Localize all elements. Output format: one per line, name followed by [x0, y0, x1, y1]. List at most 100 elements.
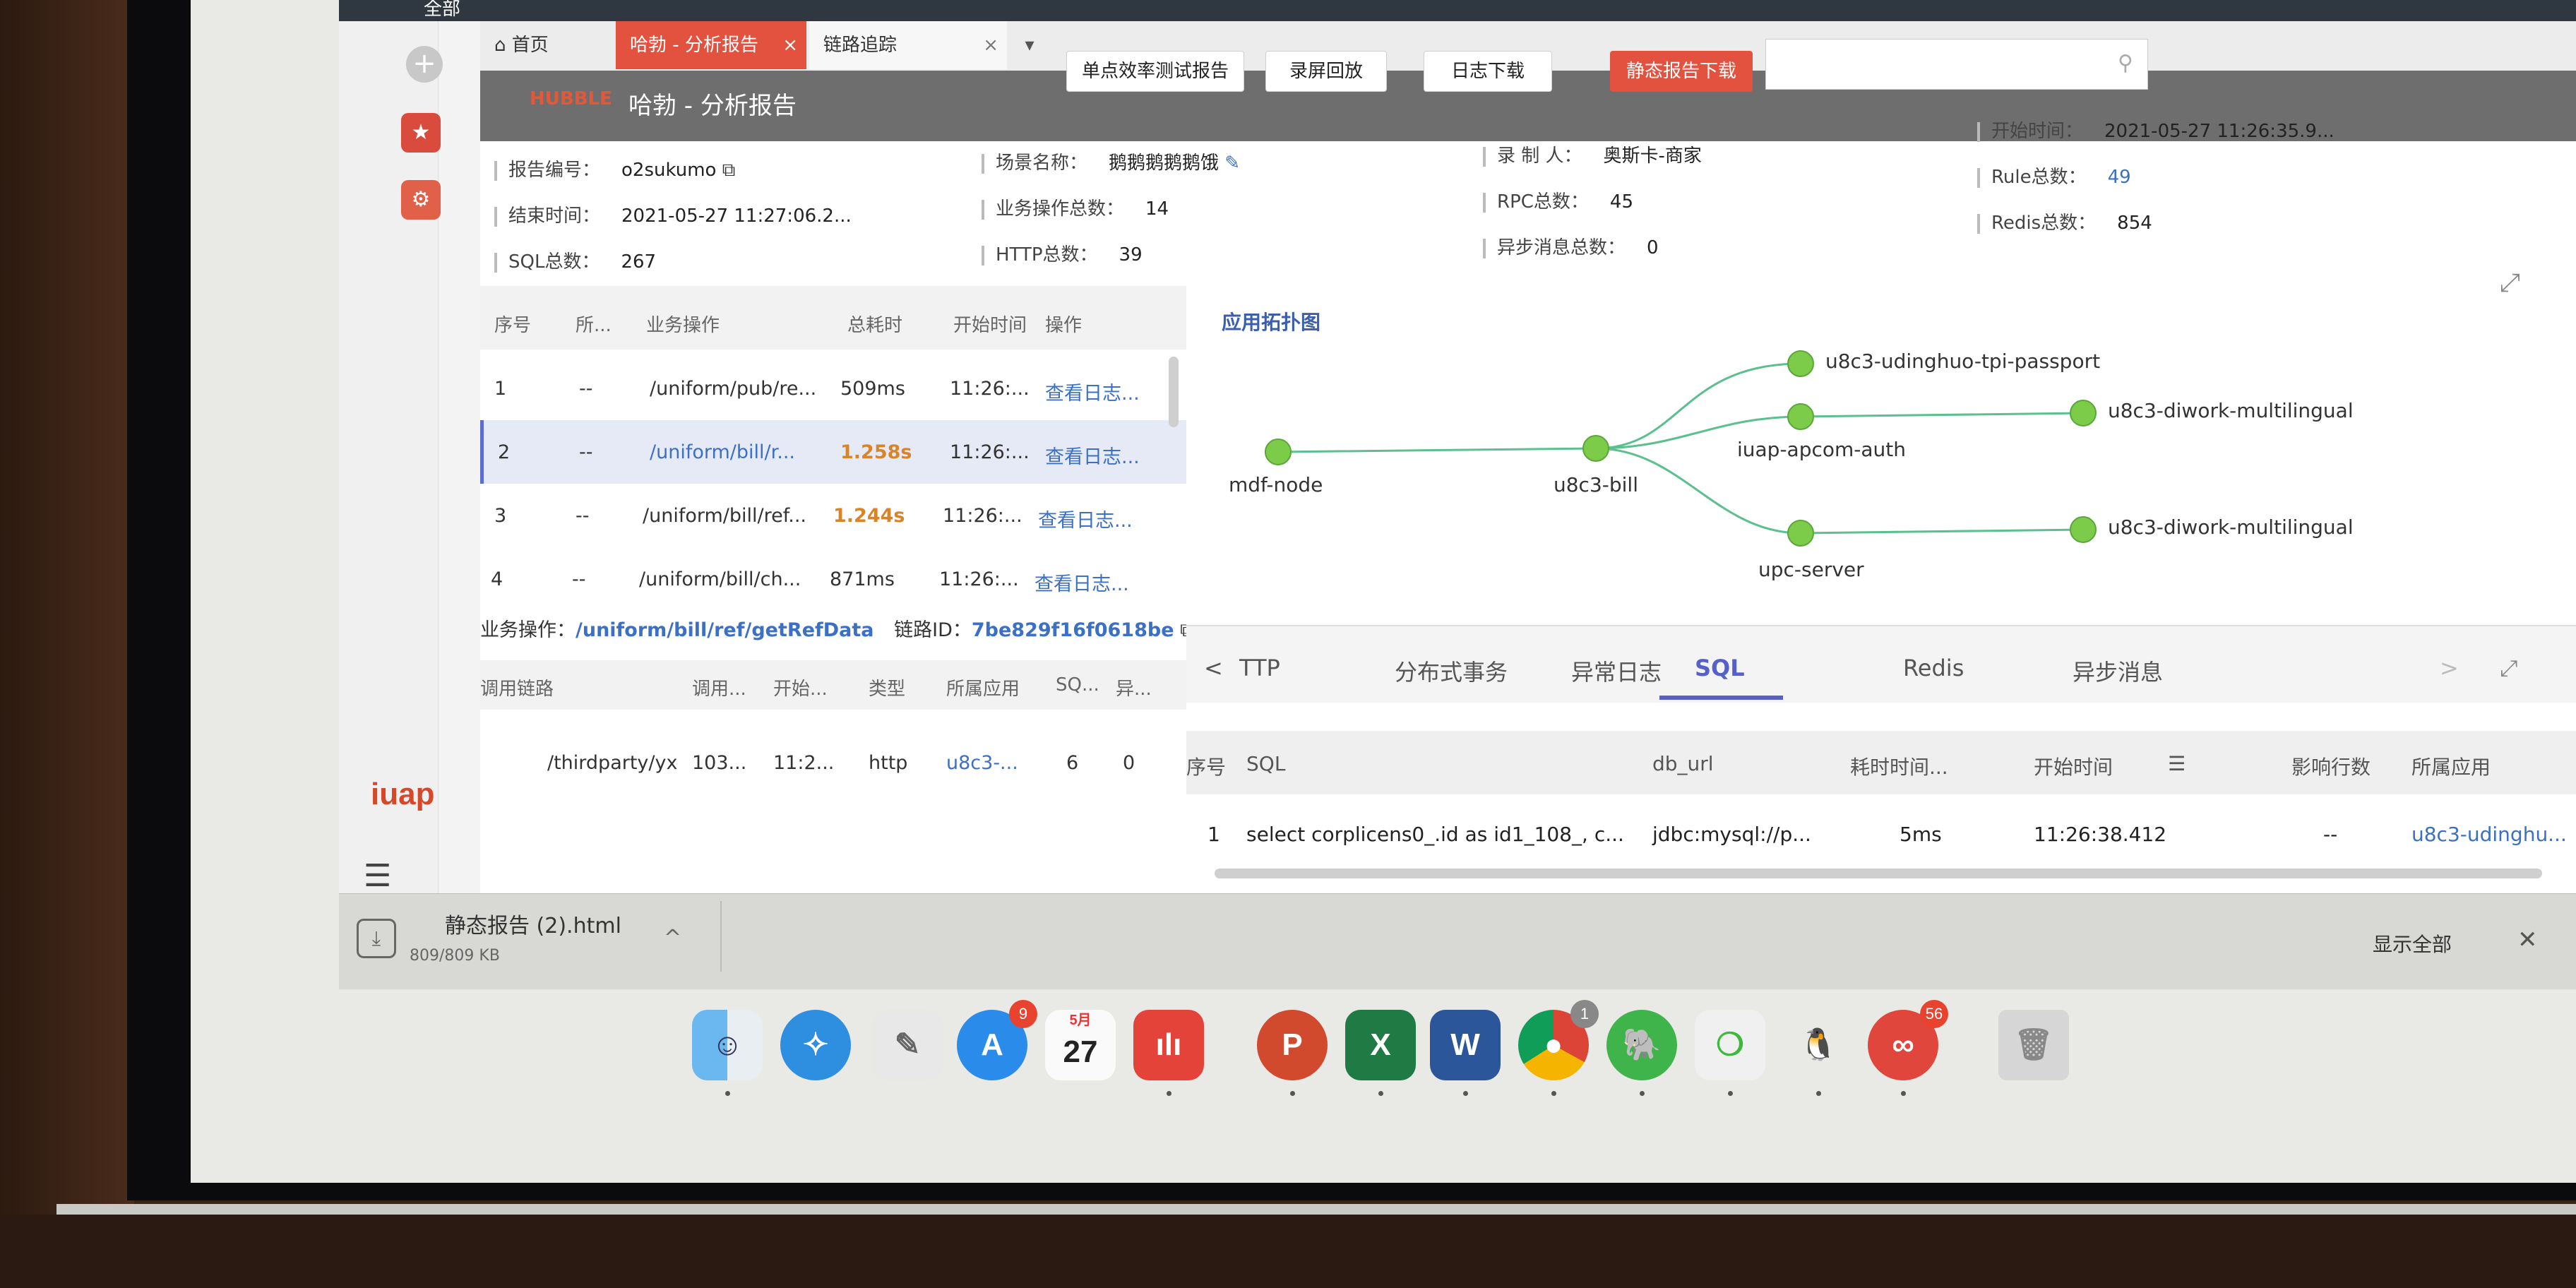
- messenger-app-icon[interactable]: ∞ 56: [1868, 1000, 1948, 1080]
- calendar-icon[interactable]: 5月 27: [1045, 1010, 1116, 1080]
- evernote-icon[interactable]: 🐘: [1606, 1010, 1677, 1080]
- chain-id[interactable]: 7be829f16f0618be: [972, 619, 1174, 641]
- iuap-logo: iuap: [371, 777, 435, 811]
- search-icon[interactable]: ⚲: [2118, 51, 2133, 76]
- col-no: 序号: [494, 315, 532, 336]
- view-log-link[interactable]: 查看日志...: [1045, 378, 1140, 405]
- sort-icon[interactable]: ☰: [2168, 752, 2186, 775]
- report-no: 报告编号： o2sukumo ⧉: [494, 155, 735, 181]
- tab-report[interactable]: 哈勃 - 分析报告 ×: [616, 21, 806, 69]
- room-floor: [0, 1215, 2576, 1288]
- menu-icon[interactable]: ☰: [364, 858, 391, 893]
- close-icon[interactable]: ✕: [2517, 926, 2538, 954]
- tab-sql[interactable]: SQL: [1695, 655, 1745, 681]
- sql-table-header: 序号 SQL db_url 耗时时间... 开始时间 ☰ 影响行数 所属应用: [1186, 731, 2576, 794]
- close-icon[interactable]: ×: [983, 21, 998, 69]
- col-owner: 所...: [576, 315, 612, 336]
- node-bill: [1582, 435, 1609, 462]
- search-input[interactable]: ⚲: [1765, 39, 2148, 90]
- perf-test-report-button[interactable]: 单点效率测试报告: [1066, 51, 1244, 92]
- table-row[interactable]: /thirdparty/yx 103... 11:2... http u8c3-…: [480, 738, 1186, 794]
- node-label: iuap-apcom-auth: [1737, 438, 1907, 461]
- tab-distributed-tx[interactable]: 分布式事务: [1395, 655, 1508, 687]
- favorites-icon[interactable]: ★: [401, 113, 441, 153]
- chevron-up-icon[interactable]: ^: [664, 926, 681, 950]
- ops-total: 业务操作总数： 14: [982, 194, 1169, 220]
- tab-async[interactable]: 异步消息: [2073, 655, 2163, 687]
- active-tab-indicator: [1659, 696, 1783, 700]
- chevron-down-icon[interactable]: ▾: [1008, 21, 1051, 69]
- rule-total: Rule总数： 49: [1977, 162, 2131, 189]
- scene-name: 场景名称： 鹅鹅鹅鹅鹅饿 ✎: [982, 148, 1240, 174]
- node-label: u8c3-diwork-multilingual: [2108, 515, 2354, 539]
- word-icon[interactable]: W: [1430, 1010, 1501, 1080]
- col-op: 业务操作: [646, 315, 720, 336]
- download-size: 809/809 KB: [410, 947, 500, 965]
- powerpoint-icon[interactable]: P: [1257, 1010, 1328, 1080]
- app-store-icon[interactable]: A9: [957, 1000, 1037, 1080]
- node-label: u8c3-udinghuo-tpi-passport: [1825, 350, 2101, 373]
- chevron-left-icon[interactable]: <: [1204, 655, 1223, 681]
- table-row[interactable]: 2 -- /uniform/bill/r... 1.258s 11:26:...…: [480, 420, 1190, 484]
- hubble-app-icon[interactable]: ılı: [1133, 1010, 1204, 1080]
- close-icon[interactable]: ×: [782, 21, 798, 69]
- view-log-link[interactable]: 查看日志...: [1045, 441, 1140, 469]
- hubble-logo: HUBBLE: [530, 88, 612, 109]
- dock: ☺ ✧ ✎ A9 5月 27 ılı P X W ● 1 🐘 ❍ 🐧 ∞ 56 🗑: [678, 989, 2161, 1123]
- download-filename[interactable]: 静态报告 (2).html: [445, 908, 621, 939]
- file-icon: ⤓: [357, 919, 396, 958]
- qq-icon[interactable]: 🐧: [1783, 1010, 1854, 1080]
- app-window: 全部 + ★ ⚙ iuap ☰ ⌂ 首页 哈勃 - 分析报告 × 链路追踪 × …: [339, 0, 2576, 893]
- col-start: 开始时间: [953, 315, 1027, 336]
- edit-icon[interactable]: ✎: [1219, 153, 1240, 174]
- tab-home[interactable]: ⌂ 首页: [480, 21, 614, 69]
- safari-icon[interactable]: ✧: [780, 1010, 851, 1080]
- static-report-download-button[interactable]: 静态报告下载: [1610, 51, 1753, 92]
- node-auth: [1787, 403, 1814, 430]
- screen-replay-button[interactable]: 录屏回放: [1265, 51, 1387, 92]
- chevron-right-icon[interactable]: >: [2440, 655, 2459, 681]
- page-title: 哈勃 - 分析报告: [628, 92, 797, 120]
- report-info-panel: 报告编号： o2sukumo ⧉ 结束时间： 2021-05-27 11:27:06…: [480, 121, 2576, 286]
- textedit-icon[interactable]: ✎: [872, 1010, 943, 1080]
- copy-icon[interactable]: ⧉: [716, 160, 736, 181]
- tab-trace[interactable]: 链路追踪 ×: [809, 21, 1007, 69]
- log-download-button[interactable]: 日志下载: [1424, 51, 1552, 92]
- chrome-icon[interactable]: ● 1: [1518, 1000, 1599, 1080]
- node-upc: [1787, 520, 1814, 547]
- tab-redis[interactable]: Redis: [1903, 655, 1964, 681]
- view-log-link[interactable]: 查看日志...: [1034, 568, 1129, 596]
- wechat-icon[interactable]: ❍: [1695, 1010, 1765, 1080]
- node-label: upc-server: [1758, 558, 1864, 581]
- sql-table: 序号 SQL db_url 耗时时间... 开始时间 ☰ 影响行数 所属应用 1…: [1186, 703, 2576, 893]
- excel-icon[interactable]: X: [1345, 1010, 1416, 1080]
- add-icon[interactable]: +: [406, 46, 443, 83]
- all-menu-label[interactable]: 全部: [424, 0, 460, 20]
- rpc-total: RPC总数： 45: [1483, 187, 1633, 213]
- end-time: 结束时间： 2021-05-27 11:27:06.2...: [494, 201, 852, 227]
- col-time: 总耗时: [847, 315, 903, 336]
- finder-icon[interactable]: ☺: [692, 1010, 763, 1080]
- table-row[interactable]: 4 -- /uniform/bill/ch... 871ms 11:26:...…: [480, 547, 1186, 611]
- tab-http[interactable]: TTP: [1239, 655, 1280, 681]
- table-row[interactable]: 1 -- /uniform/pub/re... 509ms 11:26:... …: [480, 357, 1186, 420]
- show-all-button[interactable]: 显示全部: [2373, 929, 2452, 958]
- bizop-value[interactable]: /uniform/bill/ref/getRefData: [576, 619, 874, 641]
- horizontal-scrollbar[interactable]: [1215, 869, 2542, 878]
- trash-icon[interactable]: 🗑: [1998, 1010, 2069, 1080]
- table-row[interactable]: 3 -- /uniform/bill/ref... 1.244s 11:26:.…: [480, 484, 1186, 547]
- call-table-header: 调用链路 调用... 开始... 类型 所属应用 SQ... 异...: [480, 660, 1186, 710]
- async-total: 异步消息总数： 0: [1483, 233, 1659, 259]
- tab-report-label: 哈勃 - 分析报告: [630, 35, 758, 56]
- view-log-link[interactable]: 查看日志...: [1038, 505, 1133, 532]
- fullscreen-icon[interactable]: ⤢: [2500, 655, 2518, 682]
- node-label: mdf-node: [1229, 473, 1323, 496]
- scrollbar[interactable]: [1169, 357, 1179, 427]
- node-diwork-2: [2070, 516, 2097, 543]
- table-row[interactable]: 1 select corplicens0_.id as id1_108_, c.…: [1186, 809, 2576, 872]
- sql-total: SQL总数： 267: [494, 247, 656, 273]
- ops-table: 序号 所... 业务操作 总耗时 开始时间 操作 1 -- /uniform/p…: [480, 286, 1209, 893]
- tab-error-log[interactable]: 异常日志: [1571, 655, 1662, 687]
- home-icon: ⌂: [494, 35, 512, 56]
- app-center-icon[interactable]: ⚙: [401, 180, 441, 220]
